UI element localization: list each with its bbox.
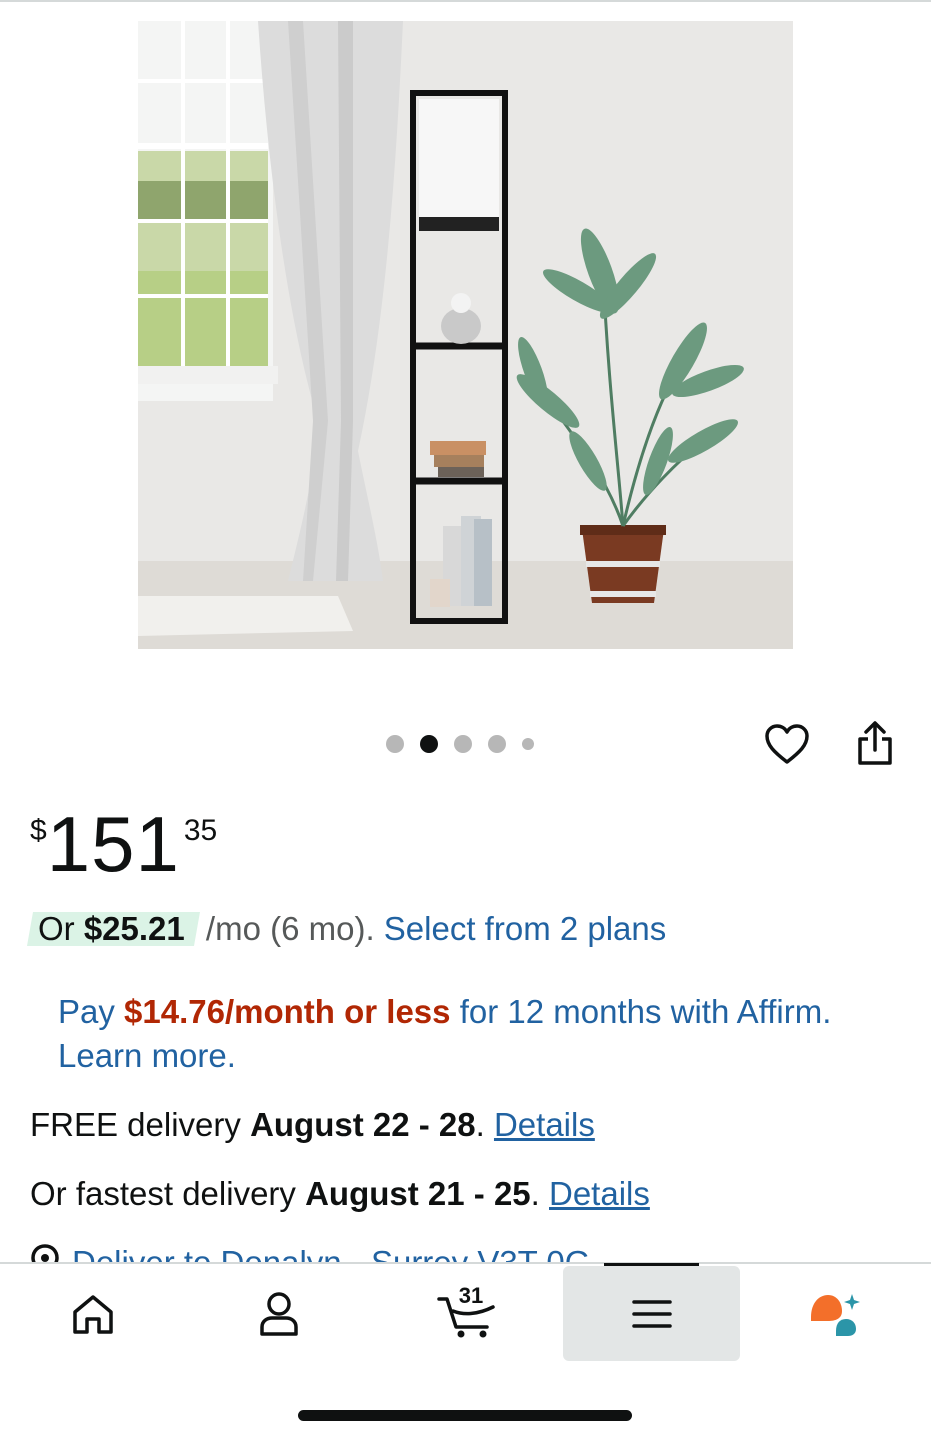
- menu-icon: [631, 1299, 672, 1328]
- fast-delivery-punct: .: [530, 1175, 549, 1212]
- affirm-amount: $14.76/month or less: [124, 993, 451, 1030]
- carousel-dot-active[interactable]: [420, 735, 438, 753]
- carousel-dot[interactable]: [386, 735, 404, 753]
- wishlist-button[interactable]: [763, 720, 811, 768]
- rufus-icon: [811, 1293, 860, 1336]
- price-symbol: $: [30, 814, 47, 847]
- installment-amount: $25.21: [83, 910, 185, 947]
- deliver-to-text[interactable]: Deliver to Donalyn - Surrey V3T 0G: [72, 1244, 590, 1262]
- affirm-pay: Pay: [58, 993, 125, 1030]
- fast-delivery-details-link[interactable]: Details: [549, 1175, 650, 1212]
- free-delivery-dates: August 22 - 28: [250, 1106, 476, 1143]
- nav-rufus-assistant[interactable]: [790, 1266, 880, 1361]
- carousel-dot[interactable]: [488, 735, 506, 753]
- heart-icon: [765, 724, 809, 764]
- fast-delivery-prefix: Or fastest delivery: [30, 1175, 306, 1212]
- nav-account[interactable]: [234, 1266, 324, 1361]
- price-fraction: 35: [183, 814, 218, 847]
- fast-delivery-dates: August 21 - 25: [305, 1175, 531, 1212]
- nav-home[interactable]: [48, 1266, 138, 1361]
- top-divider: [0, 0, 931, 2]
- installment-prefix: Or: [38, 910, 84, 947]
- carousel-dot[interactable]: [454, 735, 472, 753]
- image-carousel-dots[interactable]: [386, 735, 550, 753]
- installment-badge: Or $25.21: [30, 908, 197, 948]
- fastest-delivery: Or fastest delivery August 21 - 25. Deta…: [30, 1175, 650, 1213]
- deliver-to-location[interactable]: Deliver to Donalyn - Surrey V3T 0G: [30, 1244, 590, 1262]
- home-icon: [73, 1294, 113, 1334]
- select-plans-link[interactable]: Select from 2 plans: [384, 910, 666, 947]
- location-pin-icon: [31, 1244, 59, 1262]
- free-delivery: FREE delivery August 22 - 28. Details: [30, 1106, 595, 1144]
- price: $ 151 35: [30, 800, 217, 888]
- home-indicator: [298, 1410, 632, 1421]
- free-delivery-details-link[interactable]: Details: [494, 1106, 595, 1143]
- installment-suffix: /mo (6 mo).: [196, 910, 384, 947]
- cart-count-badge: 31: [458, 1283, 484, 1308]
- product-image[interactable]: [138, 21, 793, 649]
- share-button[interactable]: [850, 718, 900, 768]
- person-icon: [260, 1291, 298, 1336]
- share-icon: [858, 721, 892, 765]
- price-whole: 151: [46, 800, 180, 888]
- free-delivery-punct: .: [475, 1106, 494, 1143]
- free-delivery-prefix: FREE delivery: [30, 1106, 251, 1143]
- nav-cart[interactable]: [420, 1266, 516, 1361]
- affirm-offer[interactable]: Pay $14.76/month or less for 12 months w…: [58, 990, 838, 1078]
- installment-offer: Or $25.21 /mo (6 mo). Select from 2 plan…: [30, 908, 666, 948]
- nav-menu[interactable]: [563, 1266, 740, 1361]
- carousel-dot[interactable]: [522, 738, 534, 750]
